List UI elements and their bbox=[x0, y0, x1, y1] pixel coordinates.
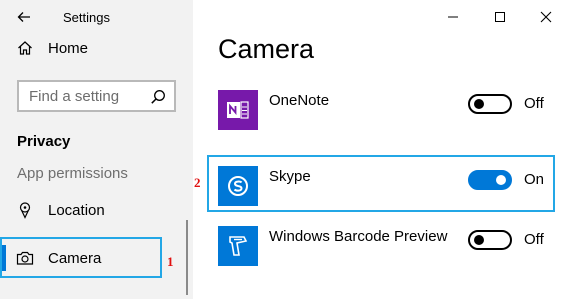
app-name: Windows Barcode Preview bbox=[269, 228, 448, 245]
home-icon bbox=[16, 39, 34, 57]
sidebar-scrollbar[interactable] bbox=[186, 220, 188, 295]
sidebar-item-location[interactable]: Location bbox=[0, 190, 193, 230]
callout-number: 1 bbox=[167, 254, 174, 269]
minimize-icon bbox=[448, 16, 458, 18]
search-icon bbox=[151, 90, 165, 104]
sidebar-item-label: Location bbox=[48, 201, 105, 219]
page-title: Camera bbox=[218, 34, 315, 64]
search-box[interactable] bbox=[17, 80, 176, 112]
callout-box-skype bbox=[207, 155, 555, 212]
toggle-knob bbox=[474, 99, 484, 109]
toggle-knob bbox=[474, 235, 484, 245]
sidebar-item-home[interactable]: Home bbox=[0, 28, 193, 68]
callout-box-camera bbox=[0, 237, 162, 278]
minimize-button[interactable] bbox=[442, 6, 464, 28]
close-button[interactable] bbox=[535, 6, 557, 28]
section-subtitle: App permissions bbox=[17, 165, 128, 182]
onenote-toggle[interactable] bbox=[468, 94, 512, 114]
barcode-scanner-icon bbox=[218, 226, 258, 266]
toggle-state-label: Off bbox=[524, 95, 544, 112]
sidebar-item-label: Home bbox=[48, 39, 89, 57]
search-input[interactable] bbox=[29, 87, 151, 105]
app-row-barcode: Windows Barcode Preview Off bbox=[218, 226, 548, 272]
app-name: OneNote bbox=[269, 92, 330, 109]
app-row-onenote: OneNote Off bbox=[218, 90, 548, 136]
toggle-state-label: Off bbox=[524, 231, 544, 248]
maximize-icon bbox=[495, 12, 505, 22]
window-title: Settings bbox=[63, 10, 110, 25]
back-button[interactable] bbox=[12, 6, 36, 28]
maximize-button[interactable] bbox=[489, 6, 511, 28]
location-icon bbox=[16, 201, 34, 219]
callout-number: 2 bbox=[194, 175, 201, 190]
close-icon bbox=[540, 11, 552, 23]
back-arrow-icon bbox=[17, 12, 30, 22]
barcode-toggle[interactable] bbox=[468, 230, 512, 250]
section-title: Privacy bbox=[17, 133, 71, 150]
onenote-icon bbox=[218, 90, 258, 130]
